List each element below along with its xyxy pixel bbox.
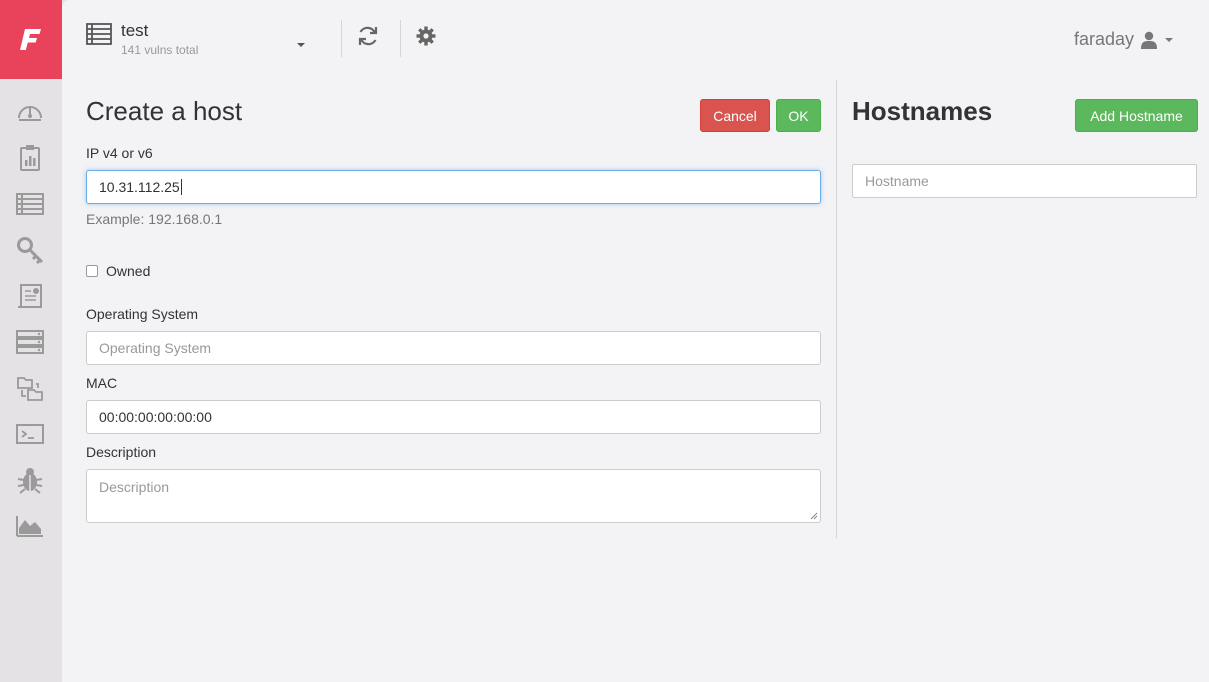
hostname-placeholder: Hostname — [865, 173, 929, 189]
add-hostname-button[interactable]: Add Hostname — [1075, 99, 1198, 132]
workspace-dropdown-caret-icon[interactable] — [296, 35, 306, 53]
ip-label: IP v4 or v6 — [86, 145, 153, 161]
page-title: Create a host — [86, 96, 243, 126]
os-label: Operating System — [86, 306, 199, 322]
os-input[interactable]: Operating System — [86, 331, 821, 365]
chevron-down-icon — [1165, 37, 1174, 42]
owned-label[interactable]: Owned — [106, 263, 150, 279]
cancel-button[interactable]: Cancel — [700, 99, 770, 132]
panel-divider — [836, 80, 837, 538]
hostnames-title: Hostnames — [852, 96, 993, 126]
executive-report-icon[interactable] — [14, 280, 46, 312]
terminal-icon[interactable] — [14, 418, 46, 450]
mac-value: 00:00:00:00:00:00 — [99, 409, 212, 425]
user-menu[interactable]: faraday — [1074, 29, 1174, 50]
text-cursor — [180, 179, 182, 195]
description-textarea[interactable]: Description — [86, 469, 821, 523]
ok-button[interactable]: OK — [776, 99, 821, 132]
hosts-list-icon[interactable] — [14, 188, 46, 220]
status-report-icon[interactable] — [14, 142, 46, 174]
ip-help-text: Example: 192.168.0.1 — [86, 211, 223, 227]
owned-checkbox[interactable] — [86, 265, 98, 277]
user-icon — [1141, 31, 1158, 49]
os-placeholder: Operating System — [99, 340, 212, 356]
main-content: test 141 vulns total faraday Create a ho… — [62, 0, 1209, 682]
hostname-input[interactable]: Hostname — [852, 164, 1197, 198]
mac-input[interactable]: 00:00:00:00:00:00 — [86, 400, 821, 434]
description-placeholder: Description — [99, 479, 170, 495]
workspaces-transfer-icon[interactable] — [14, 372, 46, 404]
faraday-logo-icon — [20, 28, 41, 50]
sidebar — [0, 0, 62, 682]
description-label: Description — [86, 444, 157, 460]
bug-icon[interactable] — [14, 464, 46, 496]
ip-input[interactable]: 10.31.112.25 — [86, 170, 821, 204]
ip-value: 10.31.112.25 — [99, 179, 180, 195]
credentials-key-icon[interactable] — [14, 234, 46, 266]
analytics-chart-icon[interactable] — [14, 510, 46, 542]
header-divider — [400, 20, 401, 57]
dashboard-icon[interactable] — [14, 96, 46, 128]
resize-handle-icon[interactable] — [810, 512, 818, 520]
workspace-name[interactable]: test — [121, 21, 148, 41]
workspace-icon — [86, 23, 112, 50]
header-divider — [341, 20, 342, 57]
workspace-vulns-total: 141 vulns total — [121, 43, 199, 57]
user-name: faraday — [1074, 29, 1135, 49]
faraday-logo[interactable] — [0, 0, 62, 79]
gear-icon[interactable] — [416, 26, 436, 51]
mac-label: MAC — [86, 375, 118, 391]
refresh-icon[interactable] — [357, 25, 379, 52]
servers-icon[interactable] — [14, 326, 46, 358]
